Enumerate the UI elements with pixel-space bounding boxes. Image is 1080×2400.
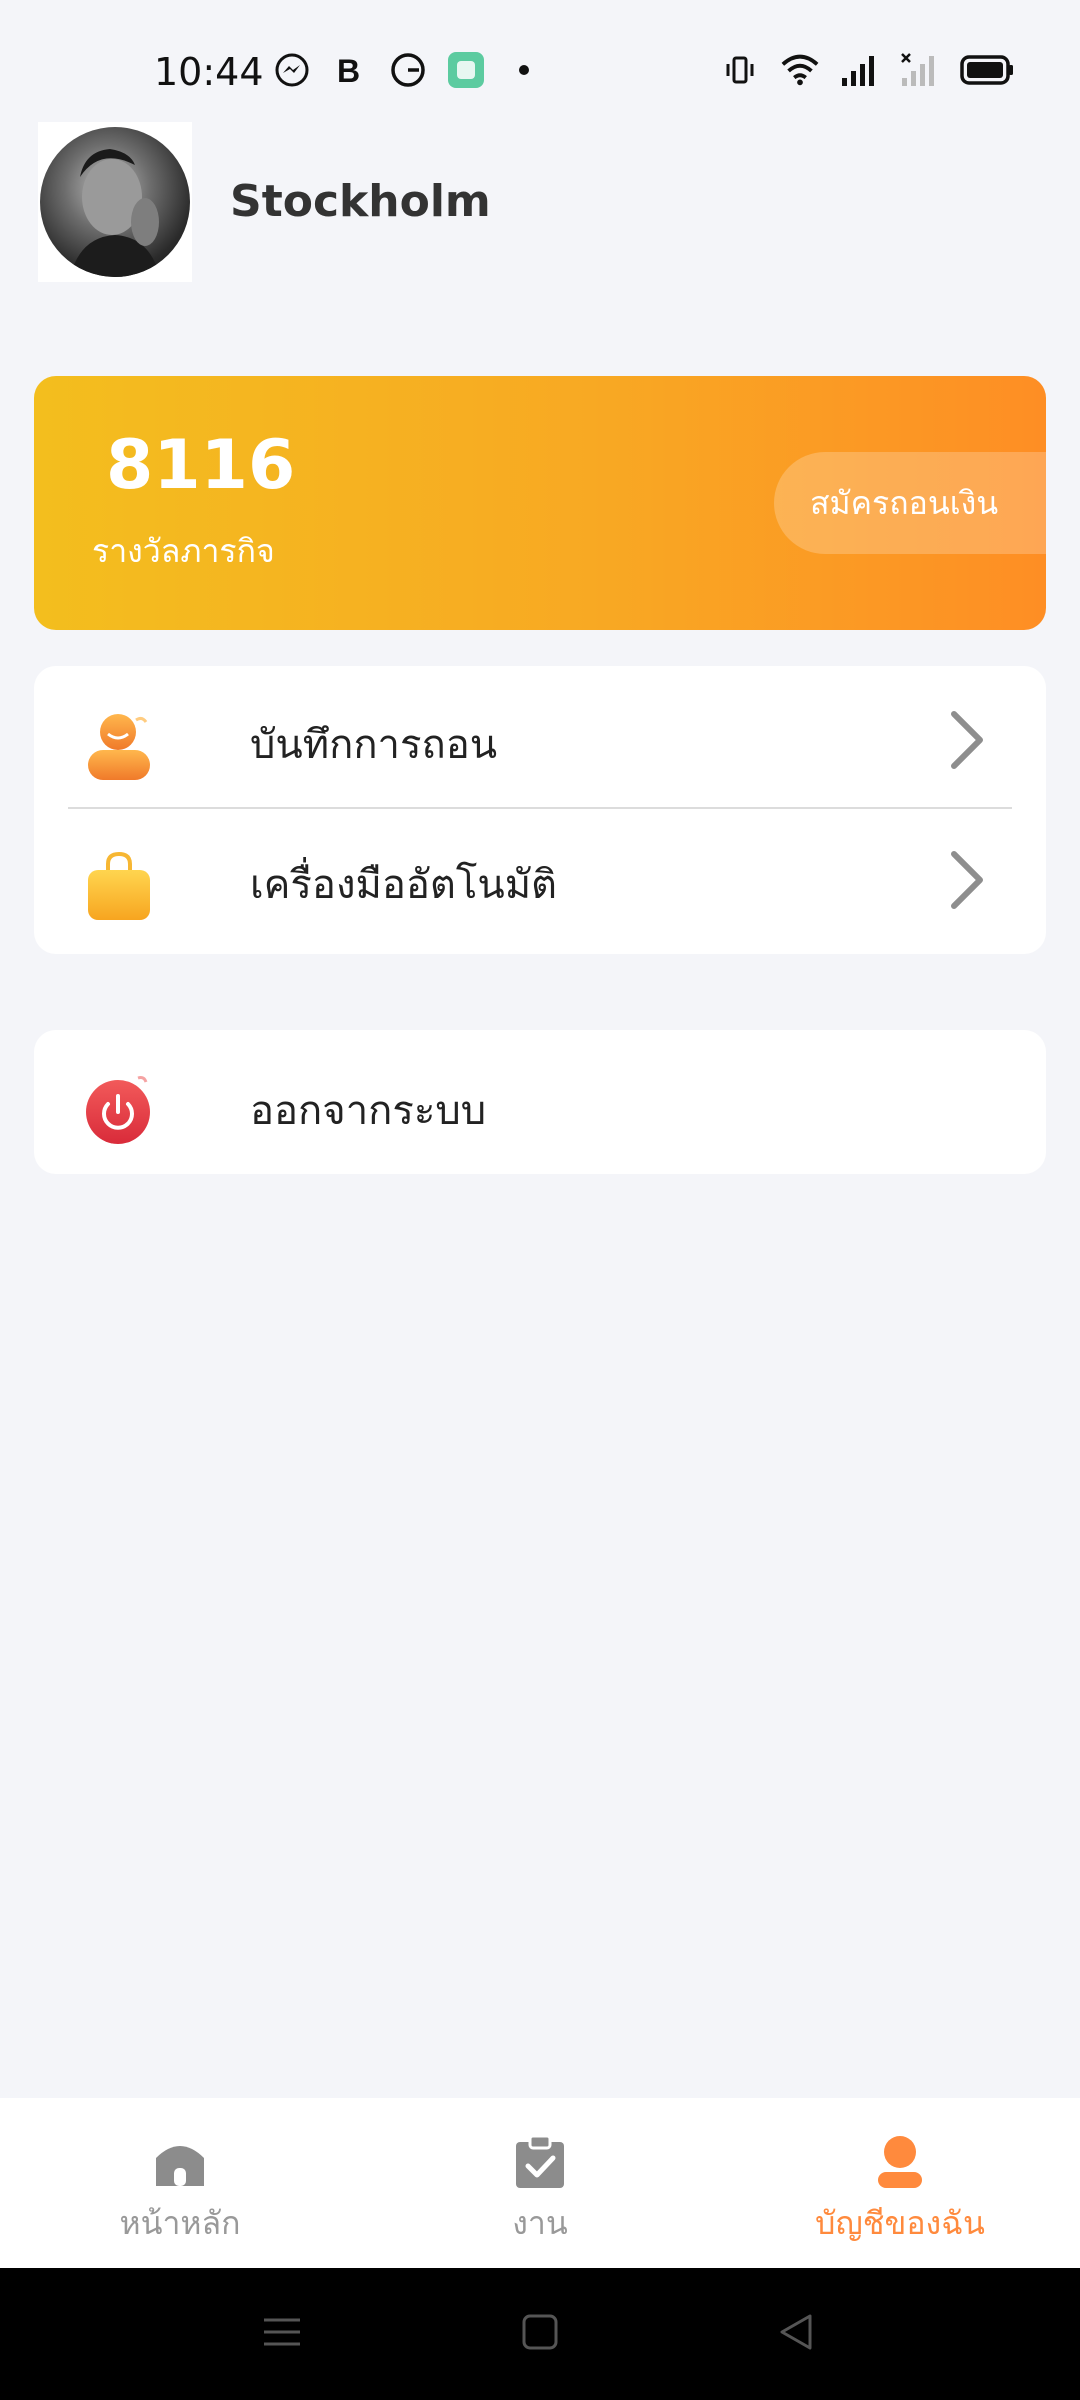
username: Stockholm xyxy=(230,176,491,227)
back-triangle-icon[interactable] xyxy=(776,2312,816,2356)
home-icon xyxy=(152,2134,208,2190)
nav-label-my-account: บัญชีของฉัน xyxy=(815,2204,985,2242)
reward-value: 8116 xyxy=(106,426,296,505)
messenger-icon xyxy=(272,50,312,90)
clipboard-check-icon xyxy=(512,2134,568,2190)
person-icon xyxy=(872,2134,928,2190)
nav-my-account[interactable]: บัญชีของฉัน xyxy=(790,2098,1010,2268)
menu-label-withdraw-records: บันทึกการถอน xyxy=(250,722,498,768)
chevron-right-icon xyxy=(944,710,988,770)
reward-label: รางวัลภารกิจ xyxy=(92,532,275,570)
shopping-bag-icon xyxy=(84,850,158,924)
home-square-icon[interactable] xyxy=(520,2312,560,2356)
bottom-nav: หน้าหลัก งาน บัญชีของฉัน xyxy=(0,2098,1080,2268)
signal-icon xyxy=(840,50,880,90)
svg-text:B: B xyxy=(337,53,360,88)
nav-tasks[interactable]: งาน xyxy=(440,2098,640,2268)
menu-icon[interactable] xyxy=(262,2312,302,2356)
user-record-icon xyxy=(84,710,158,784)
reward-card: 8116 รางวัลภารกิจ สมัครถอนเงิน xyxy=(34,376,1046,630)
bold-b-icon: B xyxy=(330,50,370,90)
menu-divider xyxy=(68,807,1012,809)
avatar[interactable] xyxy=(38,122,192,282)
nav-home[interactable]: หน้าหลัก xyxy=(80,2098,280,2268)
battery-icon xyxy=(960,50,1014,90)
logout-card[interactable]: ออกจากระบบ xyxy=(34,1030,1046,1174)
wifi-icon xyxy=(780,50,820,90)
logout-label: ออกจากระบบ xyxy=(250,1088,487,1134)
status-bar: 10:44 B xyxy=(0,0,1080,110)
nav-label-tasks: งาน xyxy=(512,2204,568,2242)
system-nav-bar xyxy=(0,2268,1080,2400)
screen: 10:44 B Stockholm 8116 รางวัลภารกิจ สมัค… xyxy=(0,0,1080,2400)
menu-card: บันทึกการถอน เครื่องมืออัตโนมัติ xyxy=(34,666,1046,954)
signal-nodata-icon xyxy=(900,50,940,90)
power-icon xyxy=(84,1072,158,1146)
menu-item-withdraw-records[interactable]: บันทึกการถอน xyxy=(34,670,1046,810)
green-app-icon xyxy=(446,50,486,90)
logout-item[interactable]: ออกจากระบบ xyxy=(34,1030,1046,1170)
grammarly-icon xyxy=(388,50,428,90)
status-right-icons xyxy=(720,50,1014,90)
menu-item-auto-tools[interactable]: เครื่องมืออัตโนมัติ xyxy=(34,812,1046,952)
vibrate-icon xyxy=(720,50,760,90)
avatar-photo xyxy=(40,127,190,277)
status-left-icons: B xyxy=(272,50,544,90)
nav-label-home: หน้าหลัก xyxy=(119,2204,241,2242)
status-time: 10:44 xyxy=(154,50,264,94)
menu-label-auto-tools: เครื่องมืออัตโนมัติ xyxy=(250,862,558,908)
notification-dot xyxy=(504,50,544,90)
chevron-right-icon xyxy=(944,850,988,910)
withdraw-apply-button[interactable]: สมัครถอนเงิน xyxy=(774,452,1046,554)
